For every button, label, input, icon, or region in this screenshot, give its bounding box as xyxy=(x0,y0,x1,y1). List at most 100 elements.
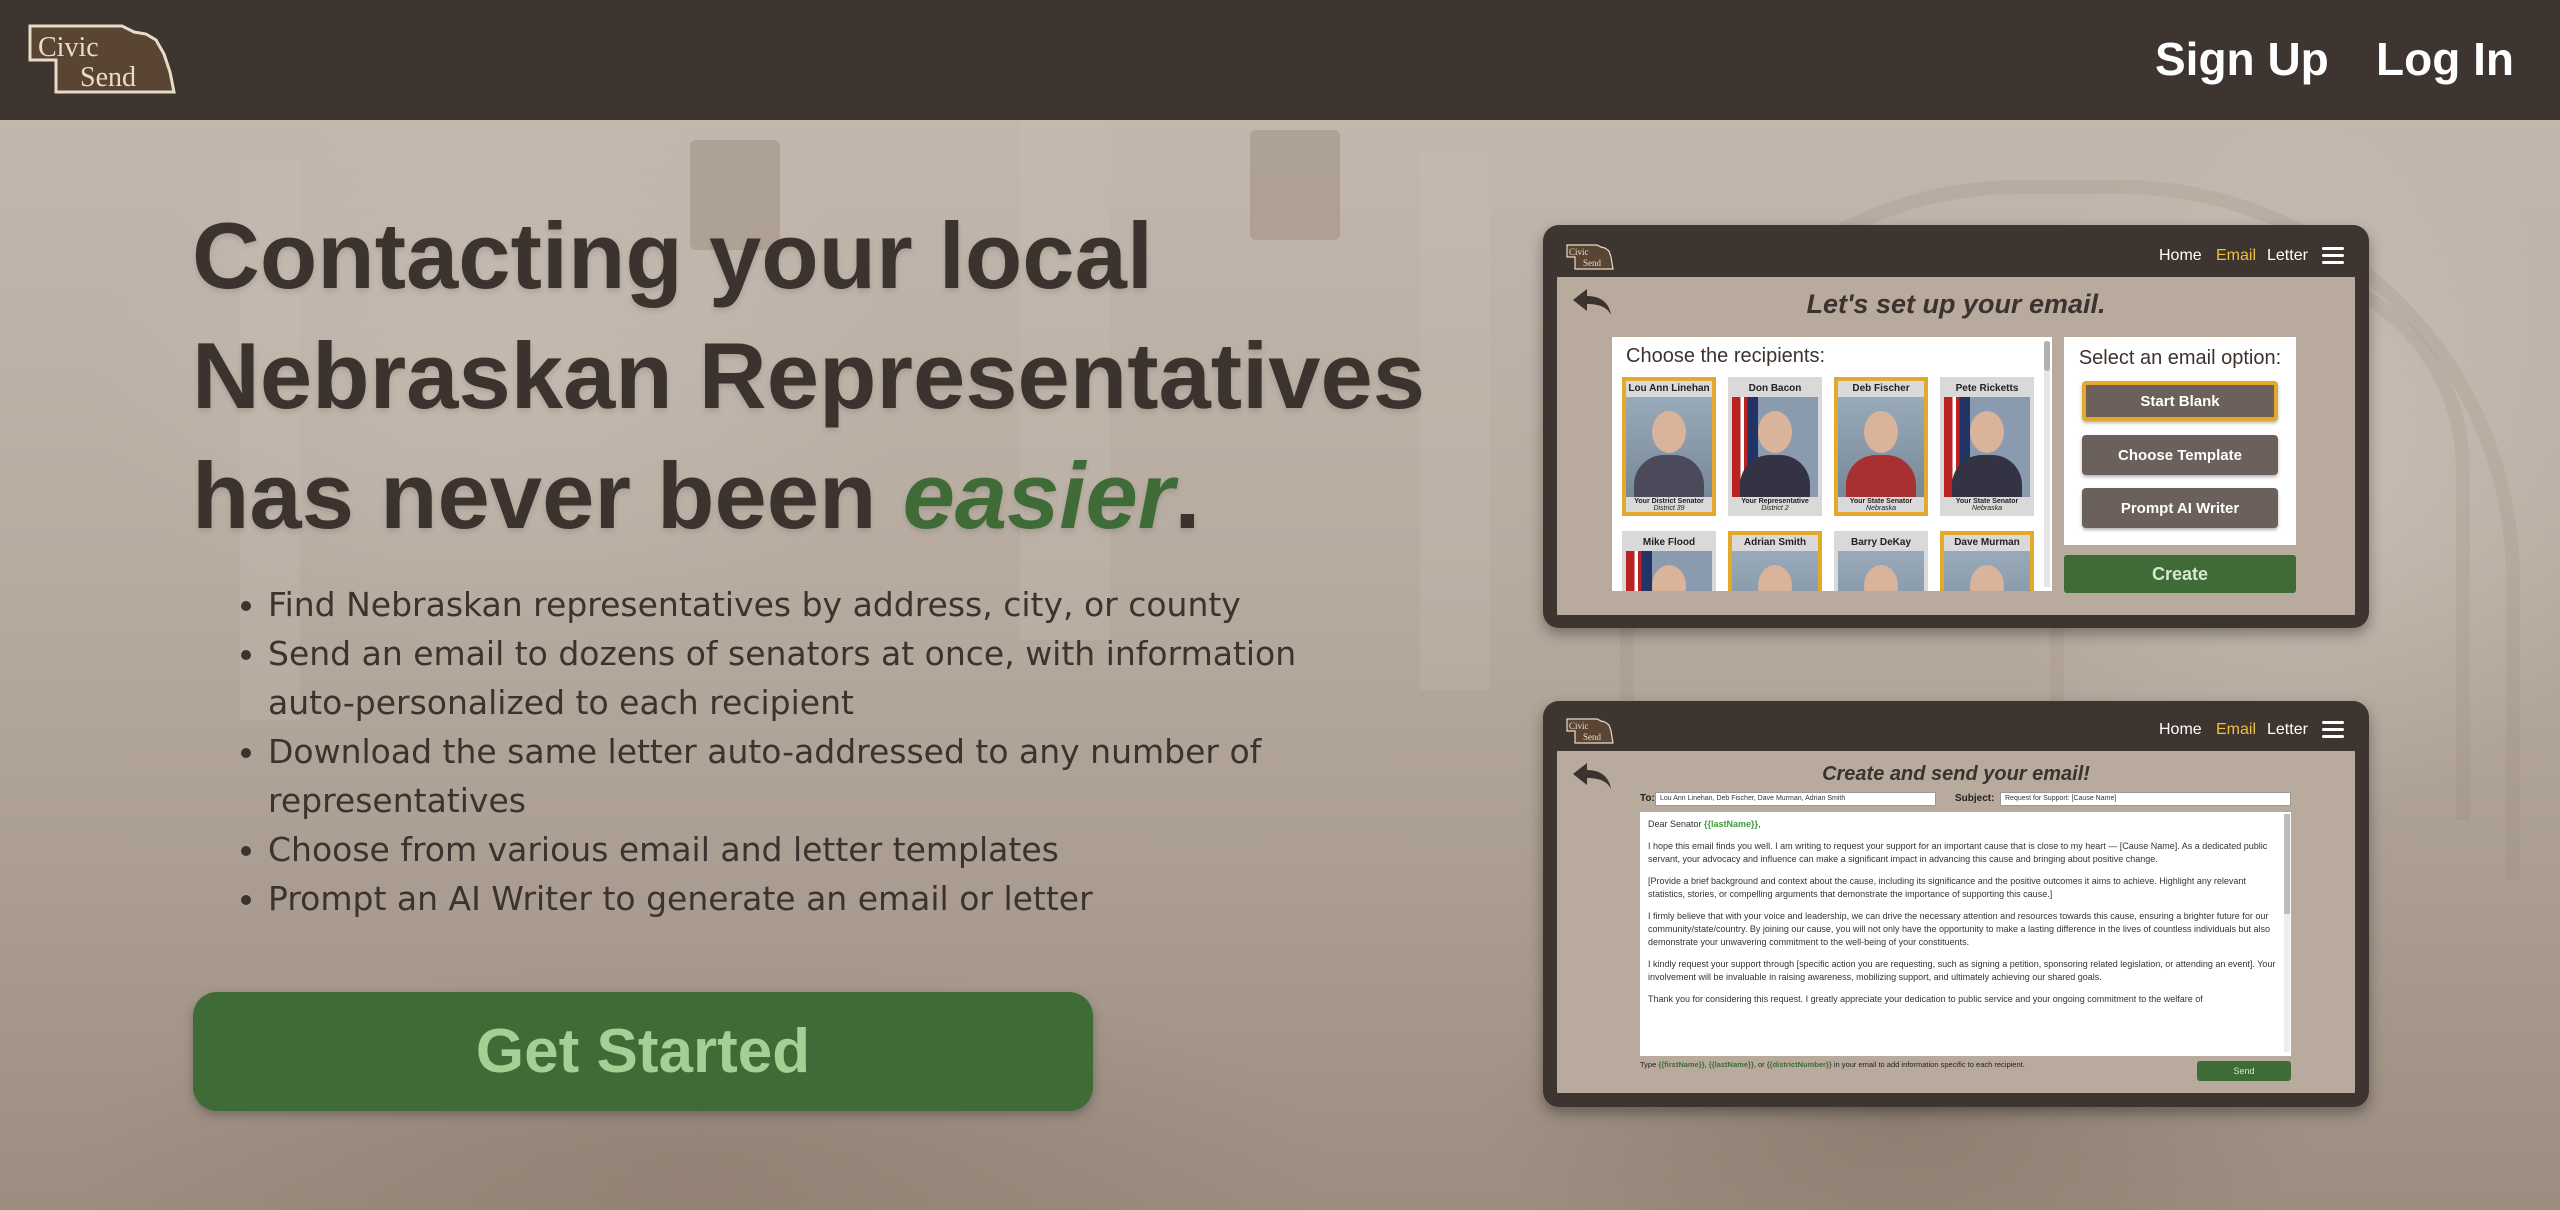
get-started-button[interactable]: Get Started xyxy=(193,992,1093,1111)
hamburger-menu-icon xyxy=(2322,247,2344,265)
hero-title-line2: Nebraskan Representatives xyxy=(192,323,1426,428)
start-blank-option: Start Blank xyxy=(2082,381,2278,421)
feature-item: Find Nebraskan representatives by addres… xyxy=(241,580,1348,629)
svg-text:Civic: Civic xyxy=(1569,721,1589,731)
recipient-photo xyxy=(1626,397,1712,497)
recipient-name: Don Bacon xyxy=(1748,383,1802,394)
subject-field: Request for Support: [Cause Name] xyxy=(2000,792,2291,806)
sign-up-link[interactable]: Sign Up xyxy=(2155,32,2329,86)
recipient-photo xyxy=(1838,397,1924,497)
compose-email-preview: Civic Send Home Email Letter Create and s… xyxy=(1543,701,2369,1107)
feature-item: Download the same letter auto-addressed … xyxy=(241,727,1348,825)
email-paragraph: Thank you for considering this request. … xyxy=(1648,994,2203,1004)
email-scrollbar xyxy=(2284,814,2290,1052)
hint-var-firstname: {{firstName}} xyxy=(1658,1060,1705,1069)
to-field: Lou Ann Linehan, Deb Fischer, Dave Murma… xyxy=(1655,792,1936,806)
preview-navbar: Civic Send Home Email Letter xyxy=(1543,225,2369,277)
recipient-district: District 2 xyxy=(1761,505,1789,512)
log-in-link[interactable]: Log In xyxy=(2376,32,2514,86)
recipient-name: Adrian Smith xyxy=(1743,537,1807,548)
feature-list: Find Nebraskan representatives by addres… xyxy=(241,580,1348,923)
recipient-name: Dave Murman xyxy=(1954,537,2020,548)
preview-body: Let's set up your email. Choose the reci… xyxy=(1557,277,2355,615)
recipient-name: Mike Flood xyxy=(1642,537,1696,548)
civic-send-logo[interactable]: Civic Send xyxy=(26,20,178,98)
email-paragraph: [Provide a brief background and context … xyxy=(1648,876,2246,899)
feature-item: Prompt an AI Writer to generate an email… xyxy=(241,874,1348,923)
email-greeting-end: , xyxy=(1758,819,1761,829)
recipient-card: Mike Flood xyxy=(1622,531,1716,591)
recipients-scrollbar xyxy=(2044,341,2050,587)
recipient-role: Your State Senator xyxy=(1849,498,1913,505)
create-button: Create xyxy=(2064,555,2296,593)
recipient-role: Your Representative xyxy=(1741,498,1809,505)
hero-title-accent: easier xyxy=(902,443,1175,548)
email-options-panel: Select an email option: Start Blank Choo… xyxy=(2064,337,2296,545)
civic-send-logo-small: Civic Send xyxy=(1565,243,1615,271)
subject-label: Subject: xyxy=(1955,793,1995,804)
civic-send-logo-small: Civic Send xyxy=(1565,717,1615,745)
top-navbar: Civic Send Sign Up Log In xyxy=(0,0,2560,120)
personalization-hint: Type {{firstName}}, {{lastName}}, or {{d… xyxy=(1640,1060,2025,1069)
preview-navbar: Civic Send Home Email Letter xyxy=(1543,701,2369,753)
hero-title: Contacting your local Nebraskan Represen… xyxy=(192,196,1492,556)
hint-suffix: in your email to add information specifi… xyxy=(1831,1060,2025,1069)
email-greeting-var: {{lastName}} xyxy=(1704,819,1759,829)
hamburger-menu-icon xyxy=(2322,721,2344,739)
preview-nav-letter: Letter xyxy=(2267,721,2308,738)
to-label: To: xyxy=(1640,793,1655,804)
recipient-district: Nebraska xyxy=(1866,505,1896,512)
svg-text:Send: Send xyxy=(1583,258,1602,268)
email-paragraph: I hope this email finds you well. I am w… xyxy=(1648,841,2268,864)
preview-title: Let's set up your email. xyxy=(1806,289,2106,319)
email-body-editor: Dear Senator {{lastName}}, I hope this e… xyxy=(1640,812,2291,1056)
recipients-heading: Choose the recipients: xyxy=(1626,345,1826,367)
recipient-name: Barry DeKay xyxy=(1850,537,1912,548)
recipient-name: Pete Ricketts xyxy=(1955,383,2019,394)
recipient-photo xyxy=(1626,551,1712,591)
setup-email-preview: Civic Send Home Email Letter Let's set up… xyxy=(1543,225,2369,628)
preview-nav-home: Home xyxy=(2159,247,2202,264)
hint-var-district: {{districtNumber}} xyxy=(1766,1060,1832,1069)
hint-separator: , or xyxy=(1753,1060,1767,1069)
recipient-district: Nebraska xyxy=(1972,505,2002,512)
hint-prefix: Type xyxy=(1640,1060,1659,1069)
recipient-card: Pete Ricketts Your State Senator Nebrask… xyxy=(1940,377,2034,516)
svg-text:Send: Send xyxy=(1583,732,1602,742)
choose-template-option: Choose Template xyxy=(2082,435,2278,475)
svg-text:Send: Send xyxy=(80,62,136,93)
recipient-card: Don Bacon Your Representative District 2 xyxy=(1728,377,1822,516)
feature-item: Send an email to dozens of senators at o… xyxy=(241,629,1348,727)
preview-nav-letter: Letter xyxy=(2267,247,2308,264)
preview-nav-home: Home xyxy=(2159,721,2202,738)
recipient-card: Adrian Smith xyxy=(1728,531,1822,591)
recipient-role: Your District Senator xyxy=(1634,498,1704,505)
preview-nav-email: Email xyxy=(2216,247,2257,264)
preview-title: Create and send your email! xyxy=(1822,763,2090,785)
recipient-role: Your State Senator xyxy=(1955,498,2019,505)
hero-title-line1: Contacting your local xyxy=(192,203,1153,308)
recipient-photo xyxy=(1838,551,1924,591)
send-button: Send xyxy=(2197,1061,2291,1081)
email-options-heading: Select an email option: xyxy=(2078,347,2282,369)
recipient-name: Deb Fischer xyxy=(1852,383,1910,394)
preview-nav-email: Email xyxy=(2216,721,2257,738)
recipient-district: District 39 xyxy=(1653,505,1685,512)
recipient-card: Dave Murman xyxy=(1940,531,2034,591)
email-paragraph: I firmly believe that with your voice an… xyxy=(1648,911,2271,947)
email-paragraph: I kindly request your support through [s… xyxy=(1648,959,2276,982)
feature-item: Choose from various email and letter tem… xyxy=(241,825,1348,874)
recipient-photo xyxy=(1944,551,2030,591)
recipient-card: Deb Fischer Your State Senator Nebraska xyxy=(1834,377,1928,516)
recipient-card: Barry DeKay xyxy=(1834,531,1928,591)
hero-title-line3: has never been xyxy=(192,443,903,548)
svg-text:Civic: Civic xyxy=(1569,247,1589,257)
recipient-name: Lou Ann Linehan xyxy=(1628,383,1710,394)
recipient-photo xyxy=(1732,551,1818,591)
recipient-card: Lou Ann Linehan Your District Senator Di… xyxy=(1622,377,1716,516)
email-greeting: Dear Senator xyxy=(1648,819,1705,829)
recipient-photo xyxy=(1944,397,2030,497)
recipient-photo xyxy=(1732,397,1818,497)
recipients-panel: Choose the recipients: Lou Ann Linehan Y… xyxy=(1612,337,2052,591)
hint-var-lastname: {{lastName}} xyxy=(1708,1060,1754,1069)
